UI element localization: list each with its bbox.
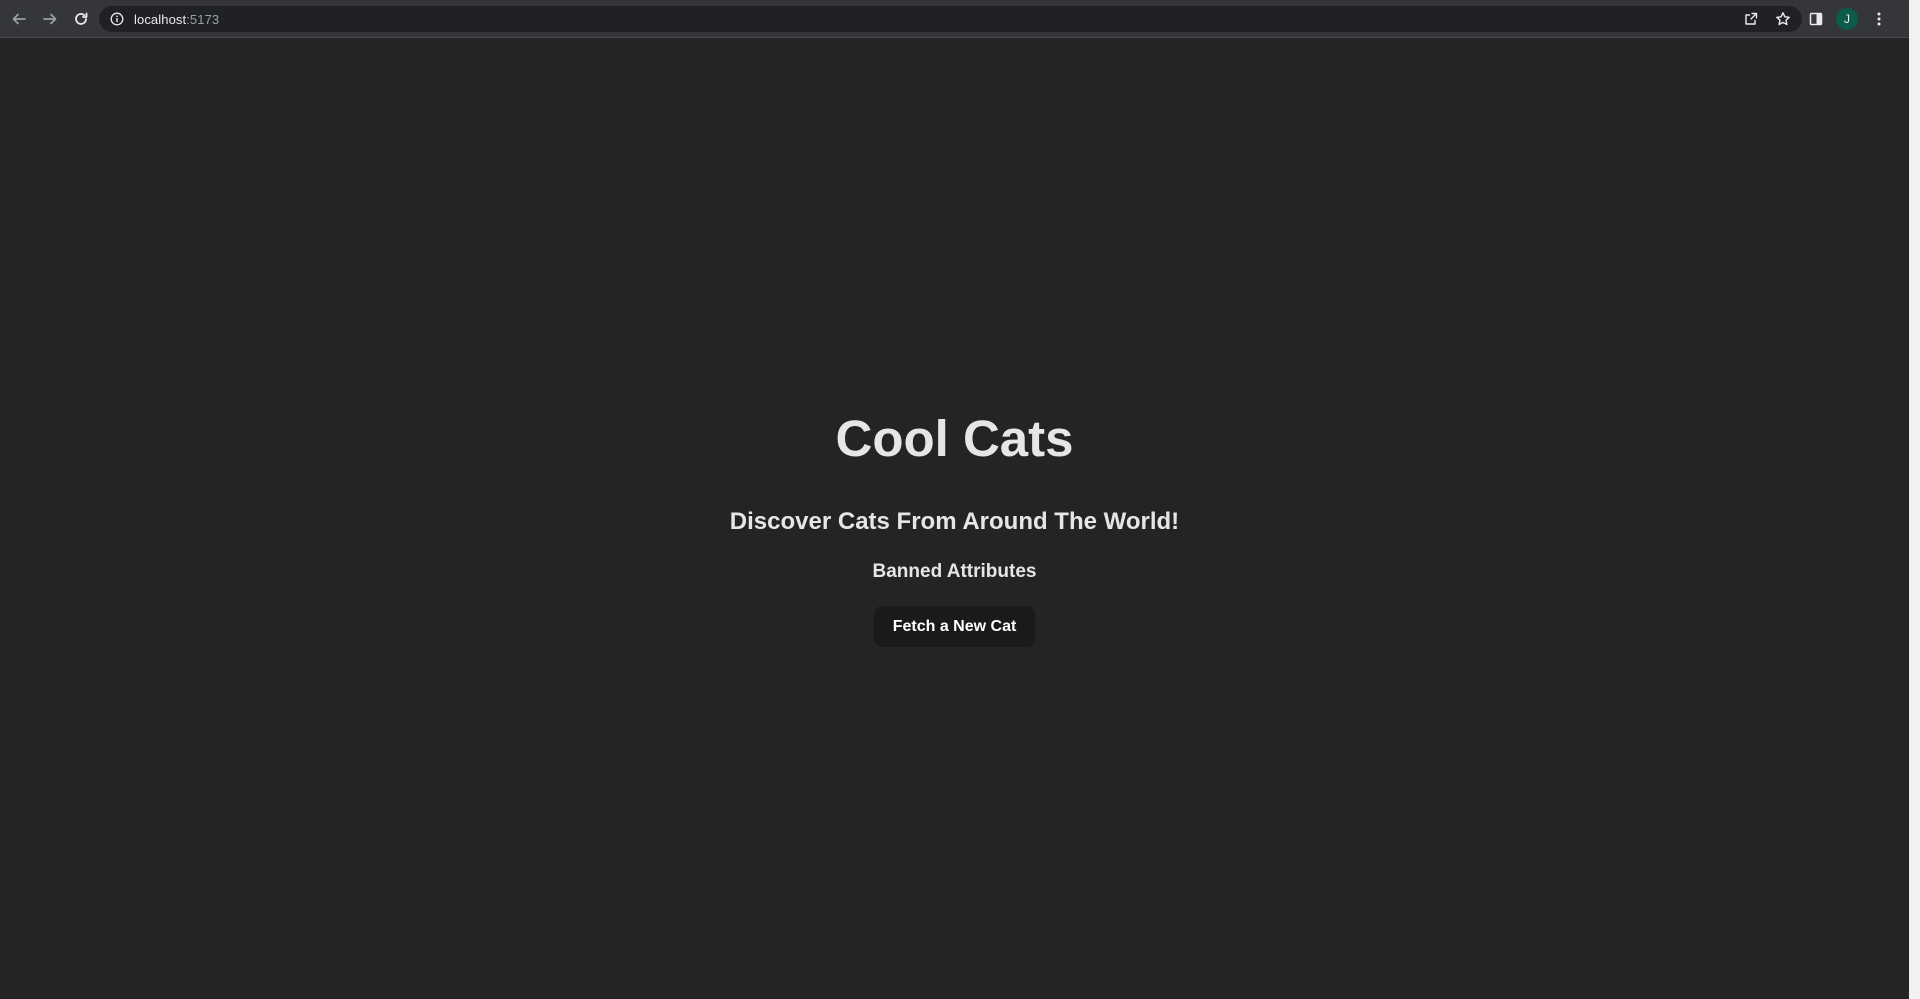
info-icon[interactable] xyxy=(109,11,125,27)
scrollbar[interactable] xyxy=(1909,0,1920,999)
browser-toolbar: localhost:5173 J xyxy=(0,0,1909,38)
forward-arrow-icon[interactable] xyxy=(38,7,62,31)
side-panel-icon[interactable] xyxy=(1804,7,1828,31)
reload-icon[interactable] xyxy=(69,7,93,31)
page-subtitle: Discover Cats From Around The World! xyxy=(729,508,1180,535)
address-bar[interactable]: localhost:5173 xyxy=(99,6,1802,32)
more-vertical-icon[interactable] xyxy=(1867,7,1891,31)
avatar[interactable]: J xyxy=(1836,7,1858,30)
back-arrow-icon[interactable] xyxy=(7,7,31,31)
page-content: Cool Cats Discover Cats From Around The … xyxy=(0,38,1909,999)
star-icon[interactable] xyxy=(1772,8,1794,30)
url-port: :5173 xyxy=(186,11,220,27)
page-title: Cool Cats xyxy=(835,410,1074,467)
url-text[interactable]: localhost:5173 xyxy=(134,12,219,27)
banned-attributes-heading: Banned Attributes xyxy=(872,561,1037,582)
share-icon[interactable] xyxy=(1740,8,1762,30)
url-host: localhost xyxy=(134,11,187,27)
main-content: Cool Cats Discover Cats From Around The … xyxy=(0,413,1909,647)
fetch-new-cat-button[interactable]: Fetch a New Cat xyxy=(873,606,1036,647)
